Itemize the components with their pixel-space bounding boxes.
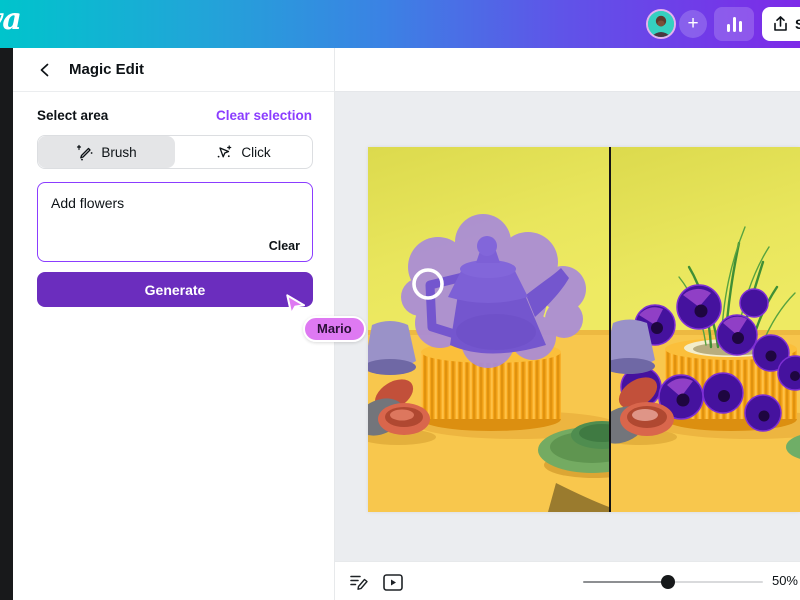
click-tool-button[interactable]: Click <box>175 136 312 168</box>
select-area-label: Select area <box>37 108 108 123</box>
page-before[interactable] <box>368 147 609 512</box>
share-icon <box>773 16 788 32</box>
purple-bowl <box>368 321 416 375</box>
click-label: Click <box>241 145 270 160</box>
panel-title: Magic Edit <box>69 61 144 78</box>
present-button[interactable] <box>381 570 405 594</box>
magic-pen-icon <box>76 144 93 161</box>
zoom-slider[interactable] <box>583 572 763 592</box>
back-button[interactable] <box>35 60 55 80</box>
add-member-button[interactable]: + <box>679 10 707 38</box>
magic-edit-panel: Magic Edit Select area Clear selection B… <box>13 48 335 600</box>
avatar[interactable] <box>646 9 676 39</box>
canvas-area[interactable] <box>335 92 800 561</box>
canva-logo[interactable]: va <box>0 2 21 37</box>
side-rail <box>0 48 13 600</box>
select-area-row: Select area Clear selection <box>37 108 312 123</box>
notes-button[interactable] <box>347 570 371 594</box>
zoom-slider-fill <box>583 581 668 583</box>
share-button[interactable]: S <box>762 7 800 41</box>
zoom-slider-track <box>668 581 763 583</box>
cursor-sparkle-icon <box>216 144 233 161</box>
share-label: S <box>795 16 800 32</box>
chevron-left-icon <box>37 62 53 78</box>
context-toolbar <box>335 48 800 92</box>
zoom-slider-thumb[interactable] <box>661 575 675 589</box>
insights-button[interactable] <box>714 7 754 41</box>
clear-prompt-button[interactable]: Clear <box>269 239 300 253</box>
notes-pencil-icon <box>349 573 369 591</box>
brush-label: Brush <box>101 145 136 160</box>
selection-tool-group: Brush Click <box>37 135 313 169</box>
generate-button[interactable]: Generate <box>37 272 313 307</box>
brush-tool-button[interactable]: Brush <box>38 136 175 168</box>
prompt-box: Add flowers Clear <box>37 182 313 262</box>
panel-header: Magic Edit <box>13 48 334 92</box>
bar-chart-icon <box>727 17 742 32</box>
design-pages <box>368 147 800 512</box>
page-after[interactable] <box>611 147 800 512</box>
clear-selection-link[interactable]: Clear selection <box>216 108 312 123</box>
plus-icon: + <box>687 13 698 35</box>
bottom-bar: 50% <box>335 561 800 600</box>
zoom-level-label: 50% <box>772 573 798 588</box>
top-bar: va + S <box>0 0 800 48</box>
avatar-image <box>648 11 674 37</box>
play-window-icon <box>383 574 403 591</box>
